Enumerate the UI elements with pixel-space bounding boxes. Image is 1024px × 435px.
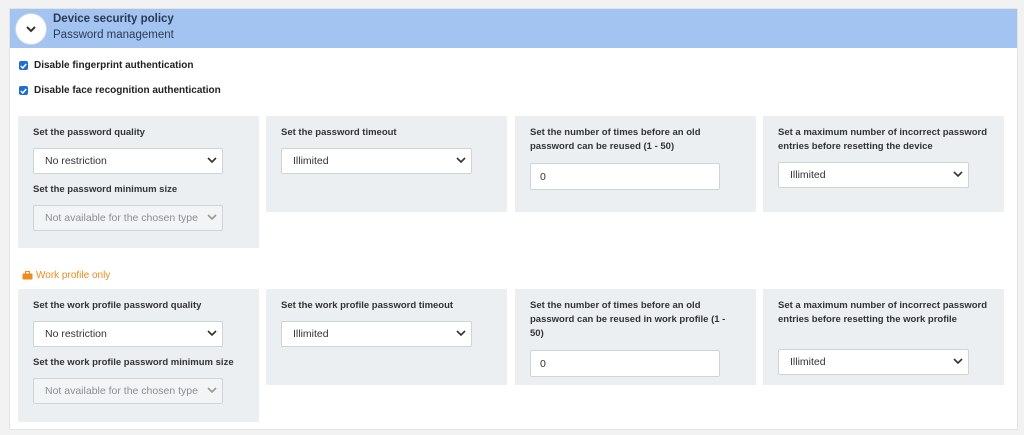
chevron-down-icon (456, 330, 466, 337)
work-password-quality-select[interactable]: No restriction (33, 321, 223, 347)
password-quality-select[interactable]: No restriction (33, 148, 223, 174)
max-incorrect-entries-label: Set a maximum number of incorrect passwo… (778, 127, 988, 152)
password-min-size-label: Set the password minimum size (33, 184, 178, 195)
password-min-size-select: Not available for the chosen type (33, 205, 223, 231)
collapse-toggle-button[interactable] (15, 13, 47, 45)
checkbox-disable-face-recognition-row[interactable]: Disable face recognition authentication (19, 85, 221, 96)
work-max-incorrect-entries-select[interactable]: Illimited (778, 349, 969, 375)
select-value: No restriction (45, 328, 107, 340)
max-incorrect-entries-select[interactable]: Illimited (778, 162, 969, 188)
select-value: Illimited (293, 155, 329, 167)
chevron-down-icon (26, 25, 36, 32)
work-password-timeout-label: Set the work profile password timeout (281, 300, 454, 311)
chevron-down-icon (207, 387, 217, 394)
work-password-reuse-label: Set the number of times before an old pa… (530, 300, 726, 339)
section-title: Device security policy (53, 13, 174, 25)
select-value: Not available for the chosen type (45, 212, 198, 224)
chevron-down-icon (207, 214, 217, 221)
max-incorrect-entries-card: Set a maximum number of incorrect passwo… (763, 116, 1004, 212)
input-value: 0 (540, 170, 546, 183)
chevron-down-icon (207, 330, 217, 337)
password-quality-label: Set the password quality (33, 127, 145, 138)
select-value: Not available for the chosen type (45, 385, 198, 397)
work-password-timeout-select[interactable]: Illimited (281, 321, 472, 347)
checkbox-disable-face-recognition[interactable] (19, 86, 28, 95)
checkbox-disable-fingerprint-row[interactable]: Disable fingerprint authentication (19, 60, 193, 71)
work-password-reuse-input[interactable]: 0 (530, 350, 720, 377)
work-password-quality-label: Set the work profile password quality (33, 300, 202, 311)
work-password-timeout-card: Set the work profile password timeout Il… (266, 289, 507, 385)
chevron-down-icon (953, 358, 963, 365)
work-password-reuse-card: Set the number of times before an old pa… (515, 289, 756, 385)
checkbox-disable-fingerprint[interactable] (19, 61, 28, 70)
password-reuse-input[interactable]: 0 (530, 163, 720, 190)
checkmark-icon (20, 63, 27, 69)
select-value: No restriction (45, 155, 107, 167)
chevron-down-icon (456, 157, 466, 164)
chevron-down-icon (953, 171, 963, 178)
password-timeout-card: Set the password timeout Illimited (266, 116, 507, 212)
section-header[interactable]: Device security policy Password manageme… (10, 9, 1017, 48)
checkbox-label: Disable face recognition authentication (34, 85, 221, 96)
password-quality-card: Set the password quality No restriction … (18, 116, 259, 248)
checkbox-label: Disable fingerprint authentication (34, 60, 194, 71)
password-reuse-card: Set the number of times before an old pa… (515, 116, 756, 212)
work-password-min-size-select: Not available for the chosen type (33, 378, 223, 404)
select-value: Illimited (293, 328, 329, 340)
select-value: Illimited (790, 169, 826, 181)
section-subtitle: Password management (53, 29, 174, 41)
work-password-min-size-label: Set the work profile password minimum si… (33, 357, 234, 368)
select-value: Illimited (790, 356, 826, 368)
briefcase-icon (22, 271, 33, 280)
checkmark-icon (20, 88, 27, 94)
input-value: 0 (540, 357, 546, 370)
chevron-down-icon (207, 157, 217, 164)
work-password-quality-card: Set the work profile password quality No… (18, 289, 259, 422)
work-profile-only-label: Work profile only (22, 270, 110, 281)
work-max-incorrect-entries-label: Set a maximum number of incorrect passwo… (778, 300, 988, 325)
password-reuse-label: Set the number of times before an old pa… (530, 127, 701, 152)
device-security-policy-panel: Device security policy Password manageme… (9, 8, 1018, 430)
password-timeout-label: Set the password timeout (281, 127, 397, 138)
password-timeout-select[interactable]: Illimited (281, 148, 472, 174)
work-max-incorrect-entries-card: Set a maximum number of incorrect passwo… (763, 289, 1004, 385)
work-profile-text: Work profile only (36, 270, 111, 281)
